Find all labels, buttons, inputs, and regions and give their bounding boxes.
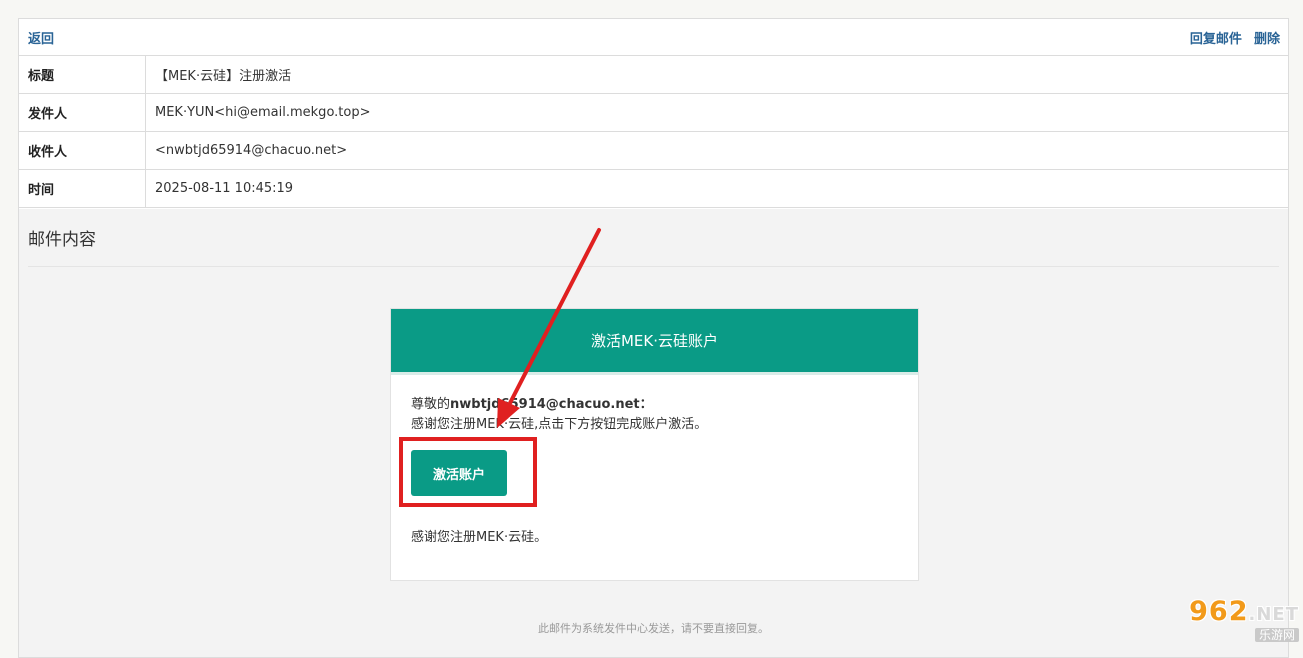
to-row: 收件人 <nwbtjd65914@chacuo.net> bbox=[19, 132, 1288, 170]
greeting-suffix: ： bbox=[639, 397, 653, 412]
time-value: 2025-08-11 10:45:19 bbox=[155, 181, 294, 196]
mail-toolbar: 返回 回复邮件 删除 bbox=[19, 19, 1288, 56]
footer-note: 此邮件为系统发件中心发送，请不要直接回复。 bbox=[538, 622, 769, 635]
email-card-header: 激活MEK·云硅账户 bbox=[391, 309, 918, 375]
thanks-line: 感谢您注册MEK·云硅。 bbox=[411, 530, 548, 545]
watermark-brand: 962.NET bbox=[1189, 595, 1299, 628]
greeting-line: 尊敬的nwbtjd65914@chacuo.net： bbox=[411, 397, 898, 413]
reply-link[interactable]: 回复邮件 bbox=[1190, 32, 1242, 47]
to-value: <nwbtjd65914@chacuo.net> bbox=[155, 143, 348, 158]
mail-content-area: 邮件内容 激活MEK·云硅账户 尊敬的nwbtjd65914@chacuo.ne… bbox=[19, 209, 1288, 657]
content-section-title: 邮件内容 bbox=[28, 230, 96, 250]
subject-label: 标题 bbox=[19, 56, 146, 93]
delete-link[interactable]: 删除 bbox=[1254, 32, 1280, 47]
from-label: 发件人 bbox=[19, 94, 146, 131]
toolbar-actions: 回复邮件 删除 bbox=[1182, 28, 1280, 47]
site-watermark: 962.NET 乐游网 bbox=[1163, 598, 1299, 642]
mail-view-frame: 返回 回复邮件 删除 标题 【MEK·云硅】注册激活 发件人 MEK·YUN<h… bbox=[18, 18, 1289, 658]
time-label: 时间 bbox=[19, 170, 146, 207]
from-row: 发件人 MEK·YUN<hi@email.mekgo.top> bbox=[19, 94, 1288, 132]
back-link[interactable]: 返回 bbox=[28, 28, 54, 47]
content-divider bbox=[28, 266, 1279, 267]
greeting-prefix: 尊敬的 bbox=[411, 397, 451, 412]
annotation-highlight-box bbox=[399, 437, 537, 507]
to-label: 收件人 bbox=[19, 132, 146, 169]
subject-row: 标题 【MEK·云硅】注册激活 bbox=[19, 56, 1288, 94]
from-value: MEK·YUN<hi@email.mekgo.top> bbox=[155, 105, 371, 120]
time-row: 时间 2025-08-11 10:45:19 bbox=[19, 170, 1288, 208]
watermark-subtitle: 乐游网 bbox=[1254, 627, 1299, 642]
greeting-email: nwbtjd65914@chacuo.net bbox=[450, 397, 640, 412]
watermark-number: 962 bbox=[1189, 595, 1249, 627]
subject-value: 【MEK·云硅】注册激活 bbox=[155, 69, 292, 84]
body-line: 感谢您注册MEK·云硅,点击下方按钮完成账户激活。 bbox=[411, 417, 708, 432]
watermark-suffix: .NET bbox=[1248, 603, 1299, 625]
